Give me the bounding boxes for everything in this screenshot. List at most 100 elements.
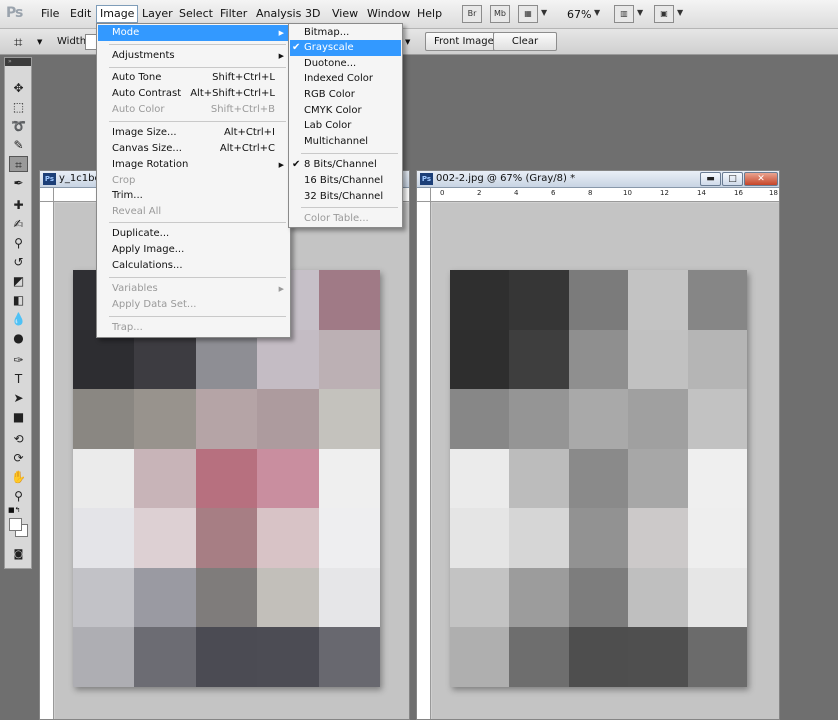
image-block-r6-c1 [134,627,196,687]
foreground-color-swatch[interactable] [9,518,22,531]
path-selection-tool-icon[interactable]: ➤ [9,390,28,406]
screen-mode-dropdown-icon[interactable]: ▼ [677,8,683,17]
vertical-ruler[interactable] [417,202,431,719]
menu-item-crop: Crop [98,173,289,189]
view-extras-dropdown-icon[interactable]: ▼ [541,8,547,17]
menu-separator [109,44,286,45]
screen-mode-button[interactable]: ▣ [654,5,674,23]
menu-item-canvas-size[interactable]: Canvas Size... Alt+Ctrl+C [98,141,289,157]
menu-edit[interactable]: Edit [67,7,94,20]
menu-item-32-bits[interactable]: 32 Bits/Channel [290,189,401,205]
menu-select[interactable]: Select [176,7,216,20]
resolution-unit-dropdown-icon[interactable]: ▼ [405,38,410,46]
3d-orbit-tool-icon[interactable]: ⟳ [9,450,28,466]
menu-analysis[interactable]: Analysis [253,7,304,20]
crop-tool-icon[interactable]: ⌗ [9,156,28,172]
zoom-dropdown-icon[interactable]: ▼ [594,8,600,17]
menu-item-apply-image[interactable]: Apply Image... [98,242,289,258]
dodge-tool-icon[interactable]: ● [9,330,28,346]
menu-item-indexed-color[interactable]: Indexed Color [290,71,401,87]
image-block-r4-c2 [195,508,258,568]
menu-layer[interactable]: Layer [139,7,176,20]
marquee-tool-icon[interactable]: ⬚ [9,99,28,115]
menu-item-image-rotation[interactable]: Image Rotation ▶ [98,157,289,173]
quick-selection-tool-icon[interactable]: ✎ [9,137,28,153]
menu-item-lab-color[interactable]: Lab Color [290,118,401,134]
menu-item-16-bits[interactable]: 16 Bits/Channel [290,173,401,189]
menu-item-8-bits[interactable]: ✔ 8 Bits/Channel [290,157,401,173]
bridge-button[interactable]: Br [462,5,482,23]
zoom-level[interactable]: 67% [567,8,591,21]
rectangle-tool-icon[interactable]: ■ [9,409,28,425]
image-block-r3-c0 [73,448,135,509]
menu-item-cmyk-color[interactable]: CMYK Color [290,103,401,119]
menu-item-auto-contrast[interactable]: Auto Contrast Alt+Shift+Ctrl+L [98,86,289,102]
front-image-button[interactable]: Front Image [425,32,503,51]
arrange-dropdown-icon[interactable]: ▼ [637,8,643,17]
minimize-button[interactable]: ▬ [700,172,721,186]
menu-window[interactable]: Window [364,7,413,20]
menu-item-auto-tone[interactable]: Auto Tone Shift+Ctrl+L [98,70,289,86]
gradient-tool-icon[interactable]: ◧ [9,292,28,308]
menu-item-duplicate[interactable]: Duplicate... [98,226,289,242]
menu-item-multichannel[interactable]: Multichannel [290,134,401,150]
tool-preset-dropdown-icon[interactable]: ▼ [37,38,42,46]
move-tool-icon[interactable]: ✥ [9,80,28,96]
menu-item-trim[interactable]: Trim... [98,188,289,204]
image-block-r0-c1 [509,270,569,330]
clear-button[interactable]: Clear [493,32,557,51]
3d-rotate-tool-icon[interactable]: ⟲ [9,431,28,447]
menu-separator [109,277,286,278]
menu-help[interactable]: Help [414,7,445,20]
menu-filter[interactable]: Filter [217,7,250,20]
default-colors-icon[interactable]: ■↰ [8,506,20,514]
ruler-origin[interactable] [40,188,54,202]
vertical-ruler[interactable] [40,202,54,719]
menu-item-rgb-color[interactable]: RGB Color [290,87,401,103]
image-block-r1-c3 [628,329,688,390]
menu-item-mode[interactable]: Mode ▶ [98,25,289,41]
menu-item-label: Reveal All [112,206,162,217]
image-block-r5-c4 [318,567,380,628]
pen-tool-icon[interactable]: ✑ [9,352,28,368]
menu-3d[interactable]: 3D [302,7,323,20]
type-tool-icon[interactable]: T [9,371,28,387]
menu-view[interactable]: View [329,7,361,20]
close-button[interactable]: ✕ [744,172,778,186]
maximize-button[interactable]: □ [722,172,743,186]
menu-item-calculations[interactable]: Calculations... [98,258,289,274]
menu-item-duotone[interactable]: Duotone... [290,56,401,72]
grayscale-image[interactable] [450,270,747,687]
menu-item-image-size[interactable]: Image Size... Alt+Ctrl+I [98,125,289,141]
hand-tool-icon[interactable]: ✋ [9,469,28,485]
menu-item-bitmap[interactable]: Bitmap... [290,25,401,41]
mini-bridge-button[interactable]: Mb [490,5,510,23]
document-title-bar[interactable]: Ps 002-2.jpg @ 67% (Gray/8) * ▬ □ ✕ [417,171,779,188]
menu-item-label: Calculations... [112,260,183,271]
menu-separator [109,121,286,122]
eyedropper-tool-icon[interactable]: ✒ [9,175,28,191]
arrange-documents-button[interactable]: ▥ [614,5,634,23]
view-extras-button[interactable]: ▦ [518,5,538,23]
brush-tool-icon[interactable]: ✍ [9,216,28,232]
blur-tool-icon[interactable]: 💧 [9,311,28,327]
quick-mask-icon[interactable]: ◙ [9,547,28,563]
lasso-tool-icon[interactable]: ➰ [9,118,28,134]
eraser-tool-icon[interactable]: ◩ [9,273,28,289]
menu-file[interactable]: File [38,7,62,20]
clone-stamp-tool-icon[interactable]: ⚲ [9,235,28,251]
ruler-origin[interactable] [417,188,431,202]
ruler-tick: 14 [697,189,706,197]
menu-image[interactable]: Image [96,5,139,23]
canvas-area[interactable] [432,203,779,719]
healing-brush-tool-icon[interactable]: ✚ [9,197,28,213]
crop-tool-icon[interactable]: ⌗ [14,33,22,51]
menu-item-adjustments[interactable]: Adjustments ▶ [98,48,289,64]
checkmark-icon: ✔ [292,159,301,170]
horizontal-ruler[interactable]: 0 2 4 6 8 10 12 14 16 18 [417,188,779,202]
image-block-r2-c1 [134,389,196,449]
zoom-tool-icon[interactable]: ⚲ [9,488,28,504]
history-brush-tool-icon[interactable]: ↺ [9,254,28,270]
menu-item-grayscale[interactable]: ✔ Grayscale [290,40,401,56]
tools-panel-header[interactable]: » [5,58,31,66]
